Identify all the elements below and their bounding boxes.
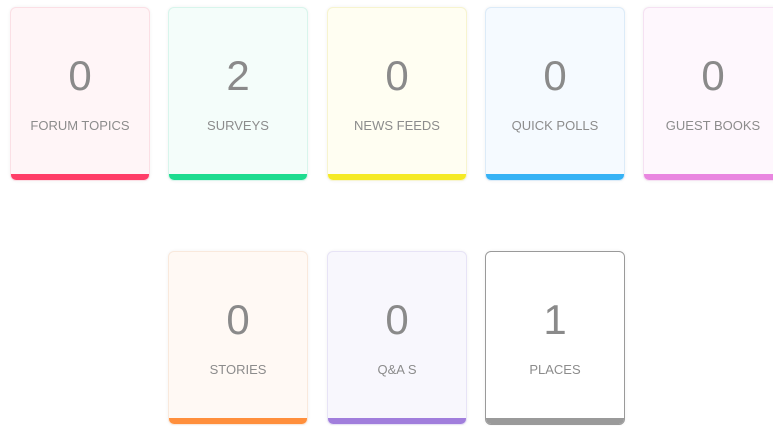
tile-forum-topics[interactable]: 0 FORUM TOPICS <box>10 7 150 181</box>
tile-count: 1 <box>543 296 567 343</box>
tile-guest-books[interactable]: 0 GUEST BOOKS <box>643 7 773 181</box>
tile-count: 0 <box>385 296 409 343</box>
tile-surveys[interactable]: 2 SURVEYS <box>168 7 308 181</box>
tile-news-feeds[interactable]: 0 NEWS FEEDS <box>327 7 467 181</box>
tile-qas[interactable]: 0 Q&A S <box>327 251 467 425</box>
tile-label: QUICK POLLS <box>511 118 599 133</box>
tile-count: 2 <box>226 52 250 99</box>
tile-accent-bar <box>169 174 307 180</box>
tile-stories[interactable]: 0 STORIES <box>168 251 308 425</box>
tile-label: NEWS FEEDS <box>354 118 440 133</box>
tile-label: SURVEYS <box>207 118 269 133</box>
tile-label: GUEST BOOKS <box>665 118 761 133</box>
tile-places[interactable]: 1 PLACES <box>485 251 625 425</box>
tile-label: FORUM TOPICS <box>30 118 130 133</box>
tile-accent-bar <box>486 418 624 424</box>
tile-count: 0 <box>385 52 409 99</box>
tile-accent-bar <box>644 174 773 180</box>
tile-accent-bar <box>486 174 624 180</box>
tile-count: 0 <box>226 296 250 343</box>
tile-quick-polls[interactable]: 0 QUICK POLLS <box>485 7 625 181</box>
tile-label: Q&A S <box>377 362 417 377</box>
tile-label: PLACES <box>529 362 581 377</box>
tile-count: 0 <box>543 52 567 99</box>
tile-count: 0 <box>68 52 92 99</box>
tile-accent-bar <box>328 418 466 424</box>
stats-grid: 0 FORUM TOPICS 2 SURVEYS 0 NEWS FEEDS 0 … <box>0 0 773 426</box>
tile-label: STORIES <box>209 362 267 377</box>
tile-accent-bar <box>169 418 307 424</box>
tile-accent-bar <box>11 174 149 180</box>
tile-count: 0 <box>701 52 725 99</box>
tile-accent-bar <box>328 174 466 180</box>
